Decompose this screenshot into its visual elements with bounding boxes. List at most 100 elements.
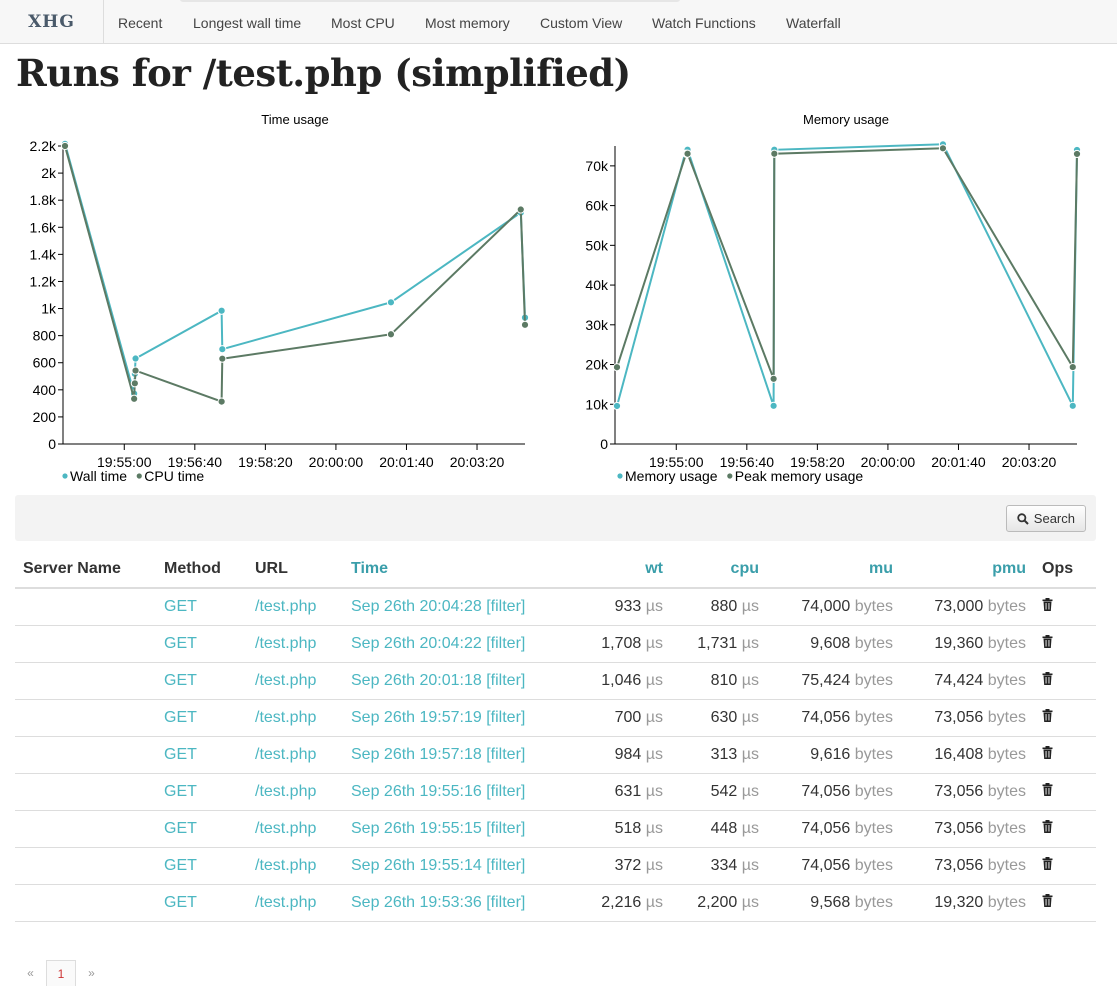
cell-time: Sep 26th 19:55:16 [filter]	[343, 773, 543, 811]
cell-url-link[interactable]: /test.php	[247, 588, 343, 626]
brand-logo[interactable]: XHG	[0, 0, 104, 44]
cell-method-link[interactable]: GET	[156, 736, 247, 774]
filter-link[interactable]: [filter]	[486, 672, 525, 689]
pmu-unit: bytes	[987, 709, 1026, 726]
col-header-cpu[interactable]: cpu	[671, 550, 767, 589]
filter-link[interactable]: [filter]	[486, 598, 525, 615]
table-row: GET/test.php Sep 26th 19:55:16 [filter] 63…	[15, 773, 1096, 811]
filter-link[interactable]: [filter]	[486, 820, 525, 837]
data-point	[386, 298, 396, 307]
data-point	[612, 401, 622, 411]
mu-value: 9,616	[810, 746, 851, 763]
wt-unit: µs	[645, 783, 663, 800]
cell-url-link[interactable]: /test.php	[247, 662, 343, 700]
table-row: GET/test.php Sep 26th 20:04:28 [filter] 93…	[15, 588, 1096, 626]
table-row: GET/test.php Sep 26th 19:55:14 [filter] 37…	[15, 847, 1096, 885]
pagination-prev[interactable]: «	[15, 960, 46, 986]
nav-item-longest-wall-time[interactable]: Longest wall time	[193, 0, 301, 44]
cell-method-link[interactable]: GET	[156, 662, 247, 700]
cpu-unit: µs	[741, 598, 759, 615]
cell-time-link[interactable]: Sep 26th 19:55:16	[351, 783, 482, 800]
cell-method-link[interactable]: GET	[156, 588, 247, 626]
cell-time-link[interactable]: Sep 26th 20:01:18	[351, 672, 482, 689]
cell-mu: 9,568 bytes	[767, 884, 901, 922]
nav-item-custom-view[interactable]: Custom View	[540, 0, 622, 44]
cell-time-link[interactable]: Sep 26th 19:55:14	[351, 857, 482, 874]
cell-method-link[interactable]: GET	[156, 884, 247, 922]
nav-item-most-memory[interactable]: Most memory	[425, 0, 510, 44]
cell-method-link[interactable]: GET	[156, 847, 247, 885]
nav-item-recent[interactable]: Recent	[118, 0, 162, 44]
cell-wt: 933 µs	[543, 588, 671, 626]
y-tick-label: 1.6k	[30, 219, 57, 235]
cell-cpu: 448 µs	[671, 810, 767, 848]
trash-icon[interactable]	[1042, 709, 1053, 727]
cell-time-link[interactable]: Sep 26th 19:57:18	[351, 746, 482, 763]
trash-icon[interactable]	[1042, 894, 1053, 912]
cell-url-link[interactable]: /test.php	[247, 884, 343, 922]
pagination-next[interactable]: »	[76, 960, 107, 986]
cell-wt: 372 µs	[543, 847, 671, 885]
legend-label-2: CPU time	[144, 468, 204, 484]
cell-pmu: 73,056 bytes	[901, 773, 1034, 811]
col-header-mu[interactable]: mu	[767, 550, 901, 589]
cell-method-link[interactable]: GET	[156, 625, 247, 663]
cell-time-link[interactable]: Sep 26th 19:53:36	[351, 894, 482, 911]
cell-wt: 700 µs	[543, 699, 671, 737]
mu-value: 9,608	[810, 635, 851, 652]
pmu-unit: bytes	[987, 857, 1026, 874]
trash-icon[interactable]	[1042, 672, 1053, 690]
cell-wt: 518 µs	[543, 810, 671, 848]
search-button[interactable]: Search	[1005, 505, 1086, 532]
legend-label-1: Memory usage	[625, 468, 718, 484]
cell-method-link[interactable]: GET	[156, 810, 247, 848]
nav-item-most-cpu[interactable]: Most CPU	[331, 0, 395, 44]
filter-link[interactable]: [filter]	[486, 746, 525, 763]
cell-method-link[interactable]: GET	[156, 773, 247, 811]
legend-marker-1	[62, 473, 68, 479]
trash-icon[interactable]	[1042, 820, 1053, 838]
chart-title: Time usage	[261, 112, 328, 127]
trash-icon[interactable]	[1042, 635, 1053, 653]
cell-method-link[interactable]: GET	[156, 699, 247, 737]
col-header-pmu[interactable]: pmu	[901, 550, 1034, 589]
cell-url-link[interactable]: /test.php	[247, 773, 343, 811]
cpu-value: 2,200	[697, 894, 738, 911]
col-header-time[interactable]: Time	[343, 550, 543, 589]
cell-url-link[interactable]: /test.php	[247, 736, 343, 774]
cell-time: Sep 26th 19:57:19 [filter]	[343, 699, 543, 737]
trash-icon[interactable]	[1042, 857, 1053, 875]
filter-link[interactable]: [filter]	[486, 857, 525, 874]
filter-link[interactable]: [filter]	[486, 635, 525, 652]
trash-icon[interactable]	[1042, 783, 1053, 801]
filter-link[interactable]: [filter]	[486, 709, 525, 726]
cell-time: Sep 26th 20:04:28 [filter]	[343, 588, 543, 626]
nav-item-watch-functions[interactable]: Watch Functions	[652, 0, 756, 44]
cell-url-link[interactable]: /test.php	[247, 810, 343, 848]
data-point	[516, 205, 525, 214]
legend-marker-2	[727, 473, 733, 479]
cell-url-link[interactable]: /test.php	[247, 699, 343, 737]
cell-ops	[1034, 884, 1096, 922]
table-row: GET/test.php Sep 26th 19:53:36 [filter] 2,…	[15, 884, 1096, 922]
wt-unit: µs	[645, 857, 663, 874]
cell-time-link[interactable]: Sep 26th 20:04:28	[351, 598, 482, 615]
cell-time-link[interactable]: Sep 26th 19:55:15	[351, 820, 482, 837]
nav-item-waterfall[interactable]: Waterfall	[786, 0, 841, 44]
trash-icon[interactable]	[1042, 598, 1053, 616]
cell-mu: 9,608 bytes	[767, 625, 901, 663]
y-tick-label: 1.2k	[30, 273, 57, 289]
cell-server-name	[15, 810, 156, 848]
col-header-url: URL	[247, 550, 343, 589]
filter-link[interactable]: [filter]	[486, 894, 525, 911]
cell-time-link[interactable]: Sep 26th 19:57:19	[351, 709, 482, 726]
col-header-wt[interactable]: wt	[543, 550, 671, 589]
filter-link[interactable]: [filter]	[486, 783, 525, 800]
cell-time-link[interactable]: Sep 26th 20:04:22	[351, 635, 482, 652]
cell-url-link[interactable]: /test.php	[247, 625, 343, 663]
trash-icon[interactable]	[1042, 746, 1053, 764]
table-header-row: Server Name Method URL Time wt cpu mu pm…	[15, 550, 1096, 589]
col-header-server-name: Server Name	[15, 550, 156, 589]
pagination-page-current[interactable]: 1	[46, 960, 76, 986]
cell-url-link[interactable]: /test.php	[247, 847, 343, 885]
